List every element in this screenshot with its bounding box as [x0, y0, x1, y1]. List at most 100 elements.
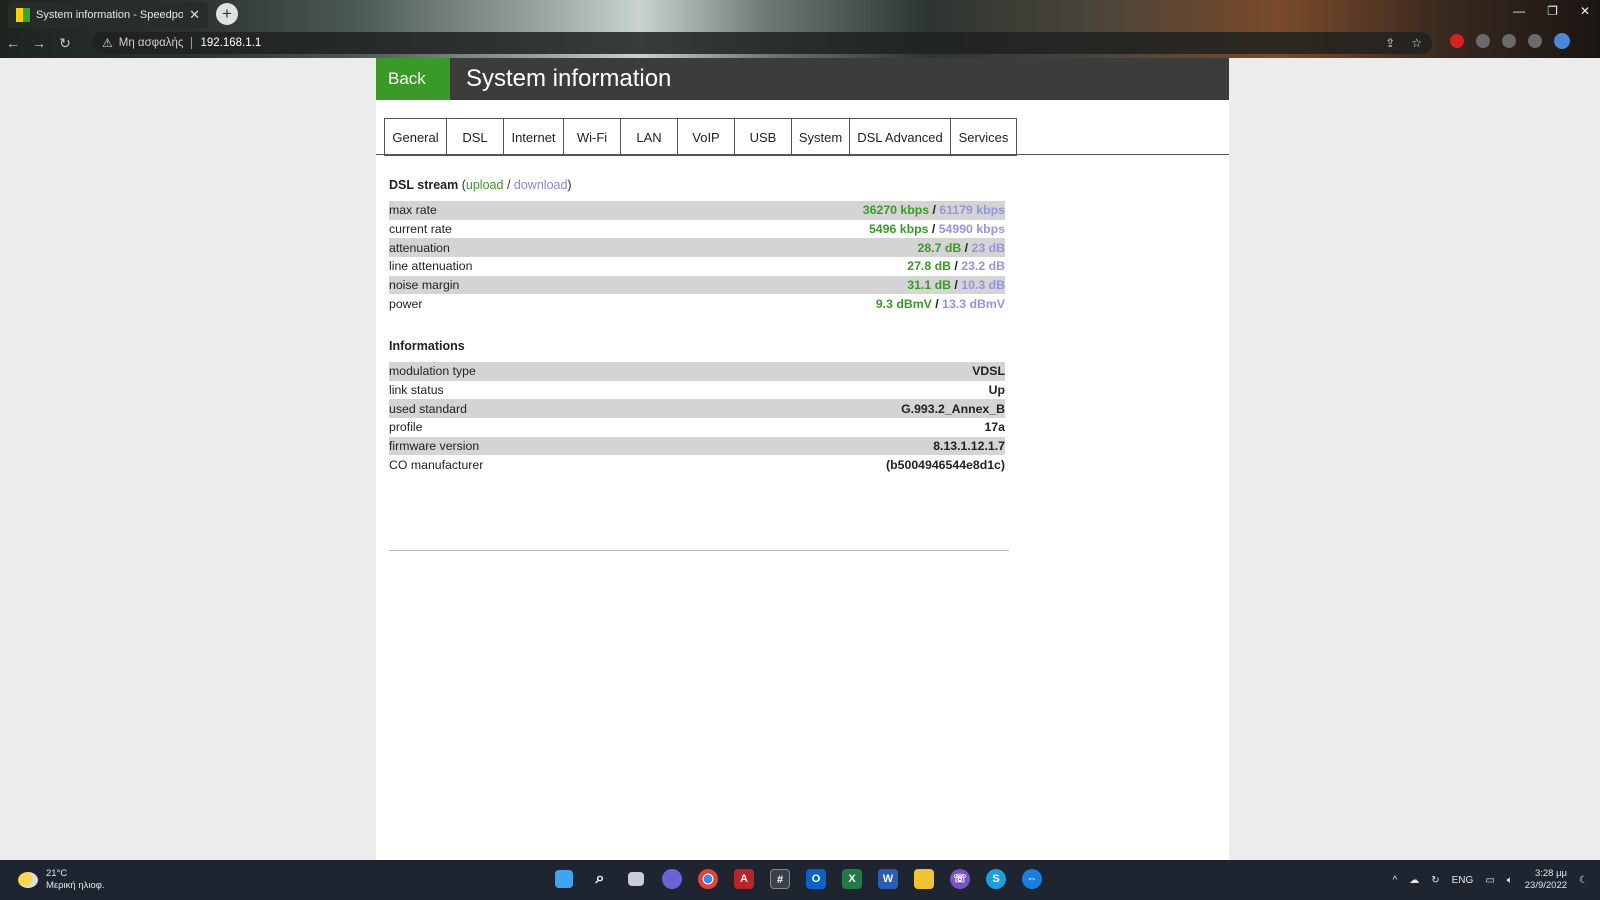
browser-tab-title: System information - Speedport [36, 9, 184, 21]
browser-tab[interactable]: System information - Speedport ✕ [8, 2, 208, 28]
row-value: 17a [984, 420, 1005, 435]
word-icon[interactable]: W [876, 866, 900, 892]
upload-legend-link[interactable]: upload [466, 178, 504, 192]
file-explorer-icon[interactable] [912, 866, 936, 892]
informations-row: firmware version 8.13.1.12.1.7 [389, 436, 1005, 456]
clock-time: 3:28 μμ [1534, 868, 1568, 879]
download-value: 61179 kbps [939, 203, 1005, 218]
language-indicator[interactable]: ENG [1452, 875, 1474, 886]
tab-dsl[interactable]: DSL [447, 118, 504, 156]
tab-usb[interactable]: USB [735, 118, 792, 156]
sync-icon[interactable]: ↻ [1431, 875, 1439, 886]
weather-condition: Μερική ηλιοφ. [46, 880, 105, 891]
teams-chat-icon[interactable] [660, 866, 684, 892]
notifications-moon-icon[interactable]: ☾ [1579, 875, 1588, 886]
row-label: current rate [389, 222, 452, 237]
speedport-favicon-icon [16, 8, 30, 22]
address-divider [191, 37, 193, 49]
tab-services[interactable]: Services [951, 118, 1017, 156]
download-value: 23 dB [971, 240, 1006, 255]
dsl-stream-title: DSL stream [389, 178, 459, 192]
teamviewer-icon[interactable]: ⇔ [1020, 866, 1044, 892]
clock-date: 23/9/2022 [1524, 880, 1568, 891]
download-value: 13.3 dBmV [942, 296, 1005, 311]
dsl-stream-row: line attenuation 27.8 dB / 23.2 dB [389, 257, 1005, 276]
value-separator: / [928, 222, 939, 237]
row-value: 36270 kbps / 61179 kbps [863, 203, 1005, 217]
tab-voip[interactable]: VoIP [678, 118, 735, 156]
download-legend-link[interactable]: download [514, 178, 568, 192]
extension-red-icon[interactable] [1450, 34, 1464, 48]
row-label: profile [389, 420, 423, 435]
tab-internet[interactable]: Internet [504, 118, 564, 156]
volume-icon[interactable]: 🔈︎ [1507, 875, 1513, 886]
dsl-stream-heading: DSL stream (upload / download) [389, 178, 1005, 192]
minimize-icon[interactable]: — [1513, 4, 1525, 18]
tab-general[interactable]: General [384, 118, 447, 156]
close-window-icon[interactable]: ✕ [1580, 4, 1590, 18]
row-label: firmware version [389, 439, 480, 454]
extensions-area [1450, 33, 1570, 49]
informations-section: Informations modulation type VDSL link sta… [389, 339, 1005, 474]
weather-temperature: 21°C [46, 868, 68, 879]
dsl-stream-section: DSL stream (upload / download) max rate 3… [389, 178, 1005, 313]
tab-lan[interactable]: LAN [621, 118, 678, 156]
row-label: max rate [389, 203, 437, 218]
new-tab-button[interactable]: + [216, 3, 238, 25]
address-bar[interactable]: ⚠ Μη ασφαλής 192.168.1.1 ⇪ ☆ [92, 32, 1432, 54]
close-tab-icon[interactable]: ✕ [189, 7, 200, 23]
content-divider [389, 550, 1009, 551]
weather-widget[interactable]: 21°C Μερική ηλιοφ. [18, 868, 105, 892]
browser-toolbar: ← → ↻ ⚠ Μη ασφαλής 192.168.1.1 ⇪ ☆ [0, 30, 1600, 56]
reload-icon[interactable]: ↻ [52, 35, 78, 52]
access-app-icon[interactable]: A [732, 866, 756, 892]
row-value: Up [988, 383, 1005, 398]
value-separator: / [929, 203, 940, 218]
dsl-stream-row: current rate 5496 kbps / 54990 kbps [389, 220, 1005, 239]
dsl-stream-row: power 9.3 dBmV / 13.3 dBmV [389, 294, 1005, 313]
start-windows-icon[interactable] [552, 866, 576, 892]
upload-value: 28.7 dB [917, 240, 962, 255]
chrome-icon[interactable] [696, 866, 720, 892]
outlook-icon[interactable]: O [804, 866, 828, 892]
weather-text: 21°C Μερική ηλιοφ. [46, 868, 105, 892]
share-icon[interactable]: ⇪ [1385, 36, 1395, 50]
clock[interactable]: 3:28 μμ 23/9/2022 [1525, 868, 1567, 892]
informations-row: used standard G.993.2_Annex_B [389, 399, 1005, 419]
row-label: CO manufacturer [389, 457, 484, 472]
restore-icon[interactable]: ❐ [1547, 4, 1558, 18]
sidebar-icon[interactable] [1528, 34, 1542, 48]
informations-table: modulation type VDSL link status Up used sta… [389, 362, 1005, 474]
network-icon[interactable]: ▭ [1485, 875, 1494, 886]
row-value: VDSL [972, 364, 1005, 379]
forward-arrow-icon[interactable]: → [26, 35, 52, 51]
tab-system[interactable]: System [792, 118, 850, 156]
profile-avatar[interactable] [1554, 33, 1570, 49]
page-title: System information [466, 65, 672, 92]
taskbar-apps: ⌕ A # O X W ☏ S ⇔ [552, 866, 1044, 892]
search-icon[interactable]: ⌕ [588, 866, 612, 892]
tab-dsl-advanced[interactable]: DSL Advanced [850, 118, 951, 156]
row-label: link status [389, 383, 444, 398]
informations-row: modulation type VDSL [389, 362, 1005, 381]
row-value: 27.8 dB / 23.2 dB [907, 259, 1005, 273]
warning-icon: ⚠ [102, 36, 113, 50]
page-header: Back System information [376, 58, 1229, 100]
chevron-up-icon[interactable]: ^ [1393, 875, 1398, 886]
excel-icon[interactable]: X [840, 866, 864, 892]
onedrive-cloud-icon[interactable]: ☁ [1409, 875, 1419, 886]
system-tray: ^ ☁ ↻ ENG ▭ 🔈︎ 3:28 μμ 23/9/2022 ☾ [1393, 868, 1588, 892]
skype-icon[interactable]: S [984, 866, 1008, 892]
viber-icon[interactable]: ☏ [948, 866, 972, 892]
dsl-stream-row: noise margin 31.1 dB / 10.3 dB [389, 275, 1005, 295]
back-arrow-icon[interactable]: ← [0, 35, 26, 51]
partly-sunny-icon [18, 872, 38, 888]
value-separator: / [961, 240, 972, 255]
tab-wifi[interactable]: Wi-Fi [564, 118, 621, 156]
extensions-puzzle-icon[interactable] [1502, 34, 1516, 48]
task-view-icon[interactable] [624, 866, 648, 892]
calculator-icon[interactable]: # [768, 866, 792, 892]
back-button[interactable]: Back [376, 58, 450, 100]
bookmark-star-icon[interactable]: ☆ [1411, 36, 1422, 50]
extension-gray-icon[interactable] [1476, 34, 1490, 48]
